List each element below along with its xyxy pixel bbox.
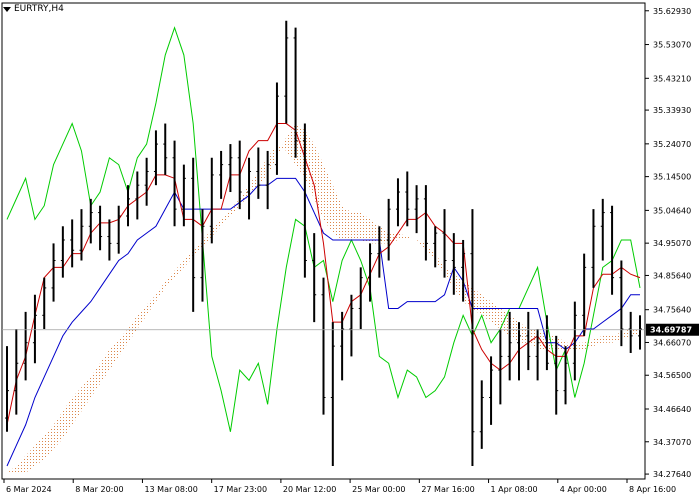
x-tick-label: 20 Mar 12:00: [283, 485, 336, 494]
y-tick-label: 35.04640: [653, 206, 691, 215]
ohlc-bar: [591, 209, 596, 288]
ohlc-bar: [14, 329, 19, 415]
ohlc-bar: [163, 123, 168, 175]
ohlc-bar: [489, 356, 494, 425]
x-tick-label: 17 Mar 23:00: [214, 485, 267, 494]
chart-root[interactable]: 35.62930 35.53070 35.43210 35.33930 35.24070…: [0, 0, 700, 500]
ohlc-bar: [116, 205, 121, 254]
x-tick-label: 13 Mar 08:00: [144, 485, 197, 494]
ohlc-bar: [470, 209, 475, 466]
ohlc-bar: [582, 253, 587, 336]
ohlc-bar: [60, 226, 65, 278]
y-tick-label: 35.53070: [653, 41, 691, 50]
ohlc-bar: [600, 198, 605, 261]
ohlc-bar: [107, 219, 112, 261]
y-tick-label: 35.14500: [653, 173, 691, 182]
ohlc-bar: [181, 164, 186, 227]
y-tick-label: 35.24070: [653, 140, 691, 149]
ohlc-bar: [358, 267, 363, 330]
ohlc-bar: [368, 243, 373, 302]
ohlc-bar: [51, 243, 56, 302]
y-tick-label: 35.62930: [653, 7, 691, 16]
ohlc-bar: [98, 205, 103, 251]
ohlc-bar: [228, 144, 233, 193]
x-tick-label: 25 Mar 00:00: [352, 485, 405, 494]
x-tick-label: 1 Apr 08:00: [491, 485, 538, 494]
ohlc-bar: [386, 198, 391, 261]
y-tick-label: 34.66070: [653, 338, 691, 347]
x-tick-label: 27 Mar 16:00: [421, 485, 474, 494]
ohlc-bar: [70, 219, 75, 268]
x-tick-label: 8 Mar 20:00: [75, 485, 123, 494]
ohlc-bar: [274, 82, 279, 175]
ohlc-bar: [135, 171, 140, 220]
y-tick-label: 34.37070: [653, 438, 691, 447]
y-tick-label: 34.95070: [653, 239, 691, 248]
ohlc-bar: [498, 329, 503, 405]
y-tick-label: 35.43210: [653, 74, 691, 83]
ohlc-bar: [23, 311, 28, 381]
ohlc-bar: [405, 171, 410, 227]
ohlc-bar: [32, 294, 37, 364]
x-tick-label: 8 Apr 16:00: [629, 485, 676, 494]
y-tick-label: 34.27640: [653, 470, 691, 479]
ohlc-bar: [312, 233, 317, 323]
ohlc-bar: [479, 380, 484, 449]
y-tick-label: 35.33930: [653, 106, 691, 115]
time-axis: 6 Mar 2024 8 Mar 20:00 13 Mar 08:00 17 Mar …: [3, 479, 676, 494]
ohlc-bar: [321, 277, 326, 415]
ohlc-bar: [284, 20, 289, 124]
y-tick-label: 34.85640: [653, 271, 691, 280]
ohlc-bar: [395, 178, 400, 227]
symbol-label[interactable]: EURTRY,H4: [14, 4, 64, 14]
ohlc-bar: [126, 185, 131, 227]
ohlc-bar: [144, 157, 149, 206]
last-price-label: 34.69787: [650, 326, 692, 335]
ohlc-bar: [79, 209, 84, 261]
ohlc-bar: [330, 322, 335, 466]
x-tick-label: 6 Mar 2024: [6, 485, 52, 494]
symbol-dropdown-icon[interactable]: [3, 7, 11, 12]
ohlc-bar: [191, 157, 196, 312]
y-tick-label: 34.75640: [653, 306, 691, 315]
y-tick-label: 34.56500: [653, 371, 691, 380]
x-tick-label: 4 Apr 00:00: [560, 485, 607, 494]
y-tick-label: 34.46640: [653, 405, 691, 414]
ohlc-bar: [610, 205, 615, 295]
ohlc-bar: [219, 150, 224, 199]
price-axis: 35.62930 35.53070 35.43210 35.33930 35.24070…: [645, 7, 691, 479]
chart-svg[interactable]: 35.62930 35.53070 35.43210 35.33930 35.24070…: [0, 0, 700, 500]
ohlc-bar: [414, 185, 419, 234]
